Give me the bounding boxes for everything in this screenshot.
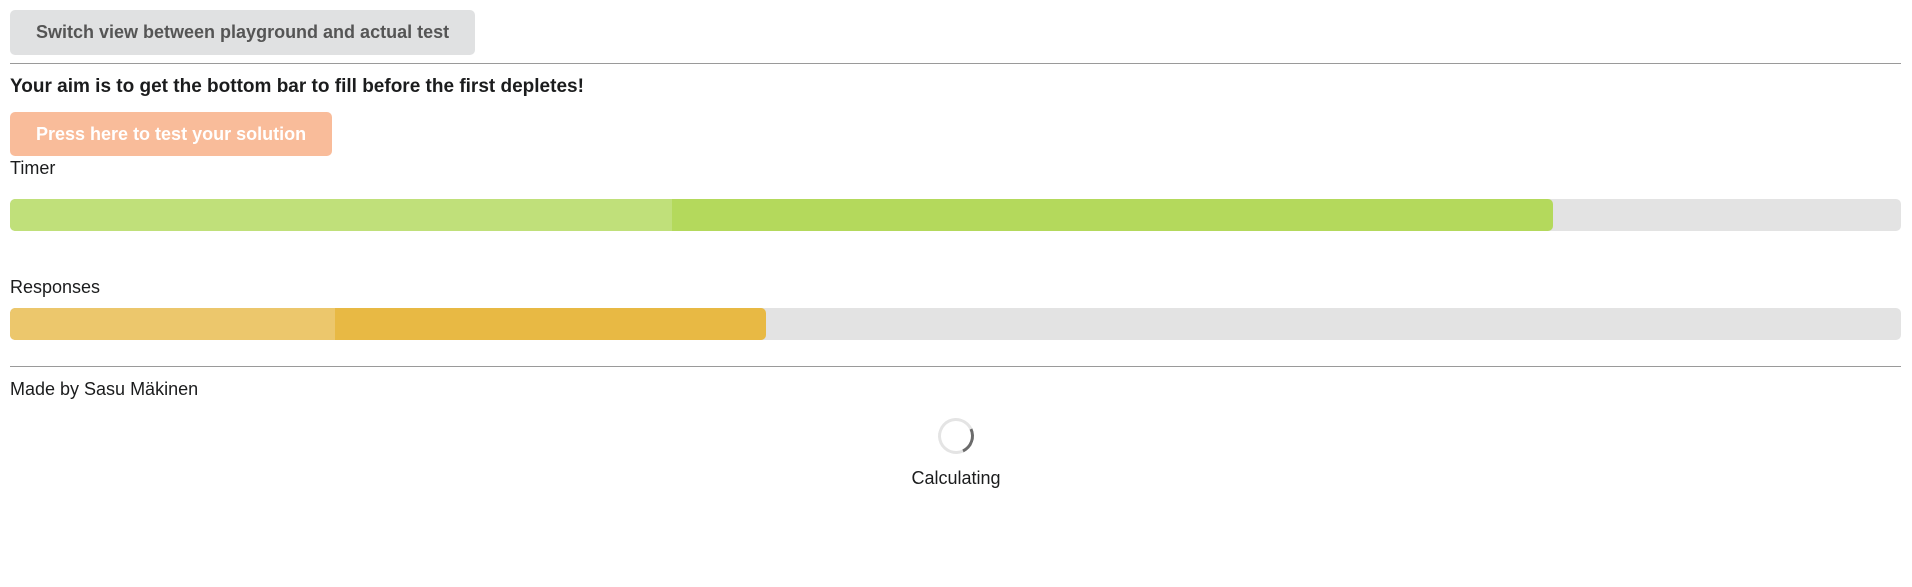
- switch-view-button[interactable]: Switch view between playground and actua…: [10, 10, 476, 55]
- test-solution-button[interactable]: Press here to test your solution: [10, 112, 333, 156]
- responses-label: Responses: [10, 277, 101, 297]
- page: Switch view between playground and actua…: [0, 0, 1912, 587]
- loader: Calculating: [0, 412, 1912, 489]
- loading-text: Calculating: [911, 468, 1001, 488]
- responses-progress-bar: [10, 308, 1901, 340]
- spinner-icon: [932, 412, 980, 460]
- timer-progress-buffer: [10, 199, 672, 231]
- made-by-credit: Made by Sasu Mäkinen: [10, 379, 199, 399]
- footer-divider: [10, 366, 1901, 367]
- timer-progress-bar: [10, 199, 1901, 231]
- top-divider: [10, 63, 1901, 64]
- responses-progress-buffer: [10, 308, 336, 340]
- aim-instructions: Your aim is to get the bottom bar to fil…: [10, 76, 584, 97]
- timer-label: Timer: [10, 158, 56, 178]
